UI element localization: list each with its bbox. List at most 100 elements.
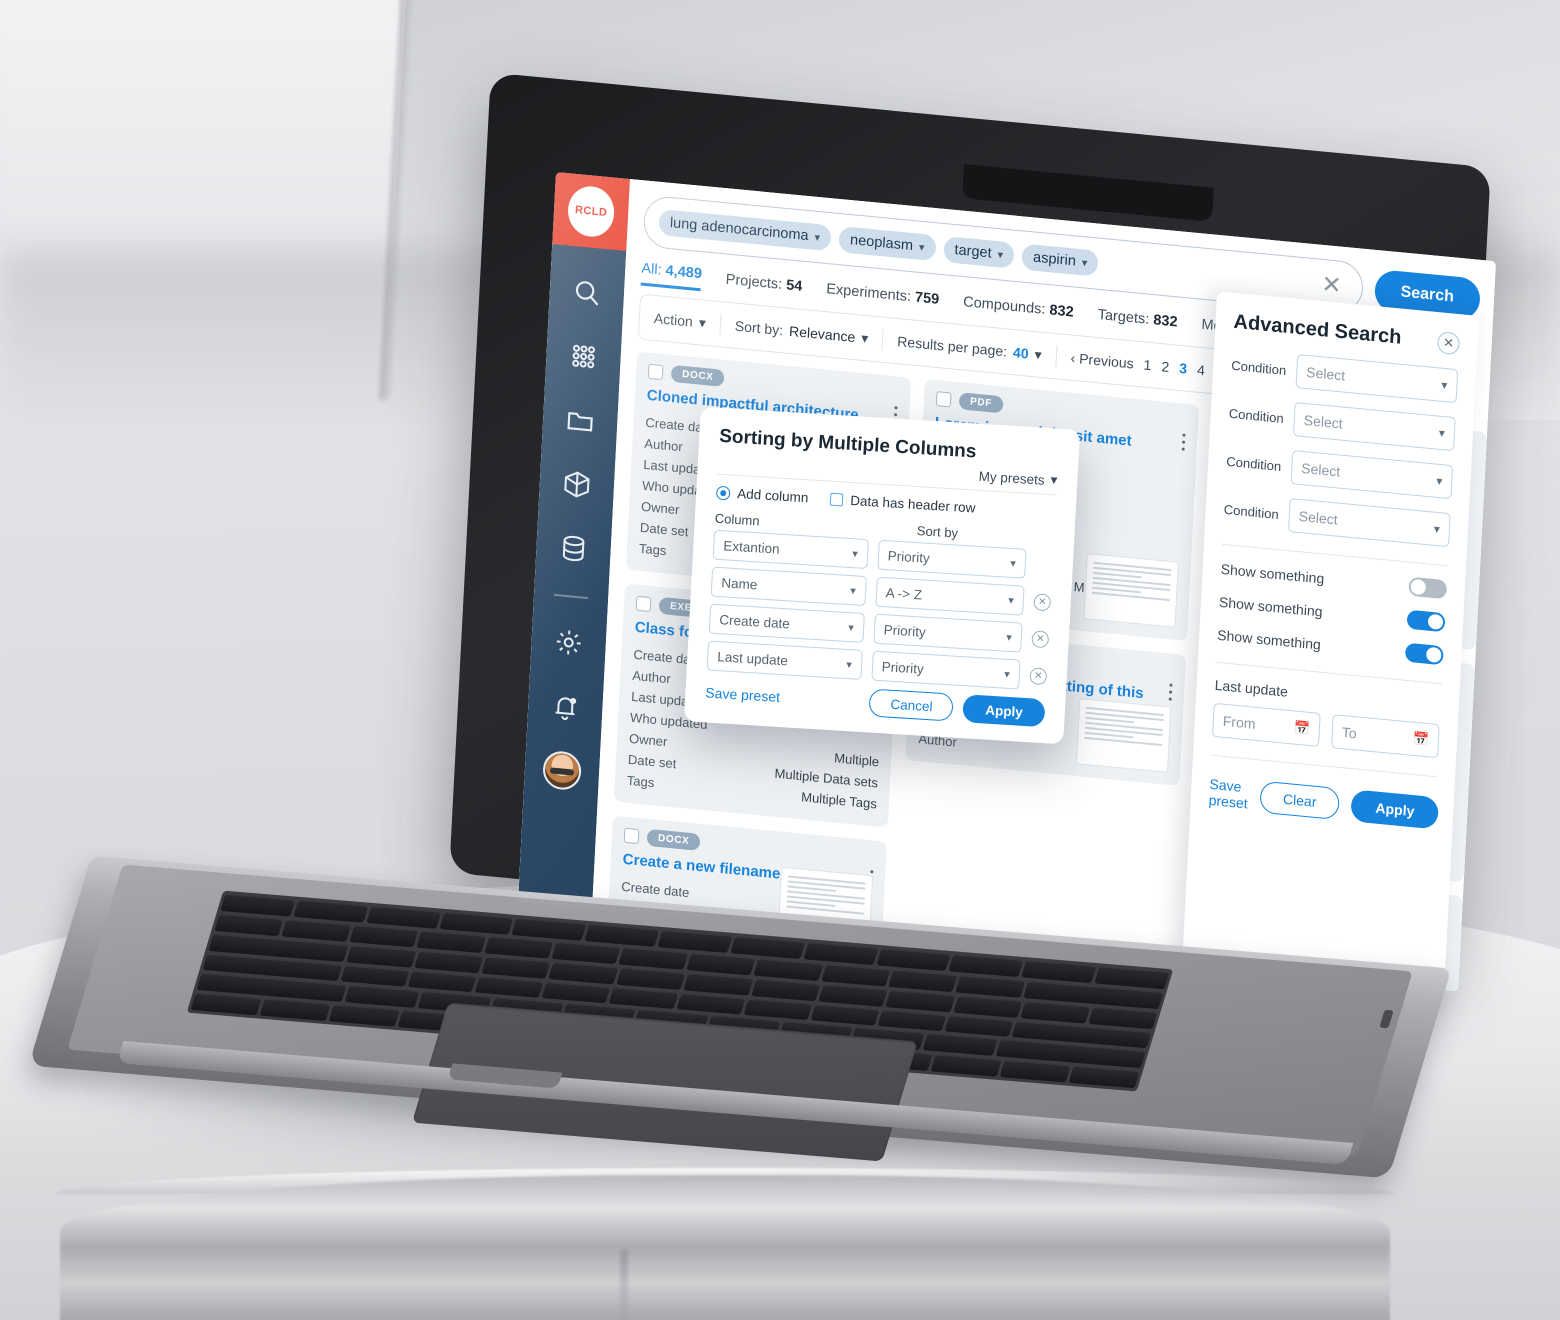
- toggle-label: Show something: [1220, 560, 1325, 587]
- previous-page-button[interactable]: ‹ Previous: [1070, 350, 1134, 372]
- date-range-row: From 📅 To 📅: [1212, 702, 1440, 759]
- advanced-search-footer: Save preset Clear Apply: [1208, 776, 1440, 830]
- sort-order-select[interactable]: Priority ▾: [873, 613, 1023, 653]
- tab-projects[interactable]: Projects: 54: [725, 272, 802, 301]
- tab-all[interactable]: All: 4,489: [640, 260, 703, 292]
- panel-title: Advanced Search: [1233, 310, 1403, 349]
- search-chip[interactable]: neoplasm ▾: [838, 226, 937, 262]
- sidebar-divider: [554, 593, 589, 600]
- save-preset-link[interactable]: Save preset: [705, 684, 780, 705]
- condition-select[interactable]: Select ▾: [1295, 353, 1459, 404]
- toggle-label: Show something: [1218, 593, 1323, 620]
- chevron-down-icon: ▾: [1440, 377, 1448, 393]
- my-presets-dropdown[interactable]: My presets ▾: [978, 468, 1058, 489]
- search-icon[interactable]: [567, 272, 607, 314]
- folder-icon[interactable]: [560, 400, 600, 442]
- card-checkbox[interactable]: [647, 363, 664, 381]
- sort-column-select[interactable]: Name ▾: [710, 566, 867, 607]
- remove-row-icon[interactable]: ✕: [1031, 629, 1050, 648]
- condition-select[interactable]: Select ▾: [1287, 497, 1451, 548]
- card-checkbox[interactable]: [935, 391, 952, 408]
- condition-row: Condition Select ▾: [1225, 444, 1454, 500]
- results-per-page-dropdown[interactable]: Results per page: 40 ▾: [883, 331, 1056, 364]
- chevron-down-icon: ▾: [997, 248, 1004, 262]
- apply-button[interactable]: Apply: [962, 694, 1046, 728]
- panel-divider: [1211, 754, 1438, 778]
- condition-row: Condition Select ▾: [1230, 348, 1459, 404]
- clear-button[interactable]: Clear: [1259, 780, 1341, 821]
- card-checkbox[interactable]: [623, 827, 640, 845]
- chevron-down-icon: ▾: [918, 241, 925, 254]
- chevron-down-icon: ▾: [1433, 521, 1441, 537]
- save-preset-link[interactable]: Save preset: [1208, 776, 1249, 812]
- grid-dots-icon[interactable]: [564, 336, 604, 378]
- file-type-badge: DOCX: [670, 364, 725, 387]
- calendar-icon[interactable]: 📅: [1293, 719, 1310, 737]
- sort-order-select[interactable]: Priority ▾: [871, 650, 1021, 690]
- sort-column-select[interactable]: Extantion ▾: [712, 529, 869, 570]
- calendar-icon[interactable]: 📅: [1412, 731, 1429, 749]
- remove-row-icon[interactable]: ✕: [1033, 592, 1052, 611]
- search-chip[interactable]: target ▾: [942, 236, 1015, 269]
- document-thumbnail: [1083, 553, 1179, 628]
- search-chip[interactable]: lung adenocarcinoma ▾: [658, 208, 832, 252]
- page-number-current[interactable]: 3: [1179, 360, 1188, 377]
- cube-icon[interactable]: [557, 464, 597, 506]
- chevron-down-icon: ▾: [1050, 472, 1058, 488]
- advanced-search-header: Advanced Search ✕: [1233, 310, 1461, 355]
- toggle-row: Show something: [1216, 625, 1444, 666]
- toggle-row: Show something: [1220, 559, 1448, 600]
- condition-select[interactable]: Select ▾: [1292, 401, 1456, 452]
- page-number[interactable]: 2: [1161, 358, 1170, 375]
- dialog-buttons: Cancel Apply: [868, 688, 1046, 728]
- clear-search-icon[interactable]: ✕: [1315, 271, 1348, 300]
- app-logo[interactable]: RCLD: [552, 172, 630, 252]
- header-row-checkbox[interactable]: Data has header row: [829, 492, 976, 516]
- document-thumbnail: [1075, 698, 1172, 773]
- sort-order-select[interactable]: Priority ▾: [877, 539, 1027, 579]
- toggle-label: Show something: [1216, 626, 1322, 653]
- condition-label: Condition: [1228, 405, 1285, 426]
- condition-select[interactable]: Select ▾: [1290, 449, 1454, 500]
- condition-row: Condition Select ▾: [1223, 492, 1451, 548]
- tab-targets[interactable]: Targets: 832: [1097, 307, 1178, 337]
- sort-order-select[interactable]: A -> Z ▾: [875, 576, 1025, 616]
- sort-by-dropdown[interactable]: Sort by: Relevance ▾: [720, 316, 882, 348]
- gear-icon[interactable]: [549, 622, 589, 664]
- sort-column-select[interactable]: Create date ▾: [708, 603, 865, 643]
- database-icon[interactable]: [554, 528, 594, 570]
- page-number[interactable]: 1: [1143, 357, 1152, 374]
- add-column-button[interactable]: Add column: [715, 485, 809, 505]
- date-from-input[interactable]: From 📅: [1212, 702, 1321, 747]
- tab-compounds[interactable]: Compounds: 832: [962, 294, 1074, 326]
- sort-column-select[interactable]: Last update ▾: [706, 640, 863, 680]
- cancel-button[interactable]: Cancel: [868, 688, 955, 722]
- condition-label: Condition: [1223, 501, 1280, 522]
- search-chip[interactable]: aspirin ▾: [1021, 243, 1100, 277]
- show-something-toggle[interactable]: [1404, 642, 1444, 666]
- card-menu-icon[interactable]: [1181, 430, 1186, 455]
- page-number[interactable]: 4: [1197, 362, 1206, 379]
- checkbox-icon: [829, 492, 844, 507]
- show-something-toggle[interactable]: [1406, 609, 1446, 633]
- date-to-input[interactable]: To 📅: [1331, 714, 1440, 759]
- sorting-dialog: Sorting by Multiple Columns My presets ▾ …: [683, 406, 1081, 745]
- show-something-toggle[interactable]: [1408, 576, 1448, 600]
- chevron-down-icon: ▾: [860, 329, 869, 346]
- card-checkbox[interactable]: [635, 595, 652, 613]
- remove-row-icon[interactable]: ✕: [1029, 666, 1048, 685]
- toggle-row: Show something: [1218, 592, 1446, 633]
- bell-icon[interactable]: [545, 686, 585, 728]
- tab-experiments[interactable]: Experiments: 759: [826, 281, 940, 314]
- apply-button[interactable]: Apply: [1350, 789, 1440, 830]
- chevron-down-icon: ▾: [847, 621, 855, 634]
- action-dropdown[interactable]: Action ▾: [653, 309, 720, 332]
- avatar-glasses: [549, 767, 575, 776]
- close-icon[interactable]: ✕: [1436, 330, 1461, 355]
- card-menu-icon[interactable]: [1168, 680, 1173, 705]
- remove-row-icon: ✕: [1035, 556, 1053, 574]
- chevron-down-icon: ▾: [1034, 345, 1043, 363]
- avatar[interactable]: [542, 749, 583, 792]
- chevron-down-icon: ▾: [1005, 631, 1013, 644]
- sort-rows: Extantion▾ Priority▾ ✕ Name▾ A -> Z▾ ✕ C…: [706, 529, 1054, 692]
